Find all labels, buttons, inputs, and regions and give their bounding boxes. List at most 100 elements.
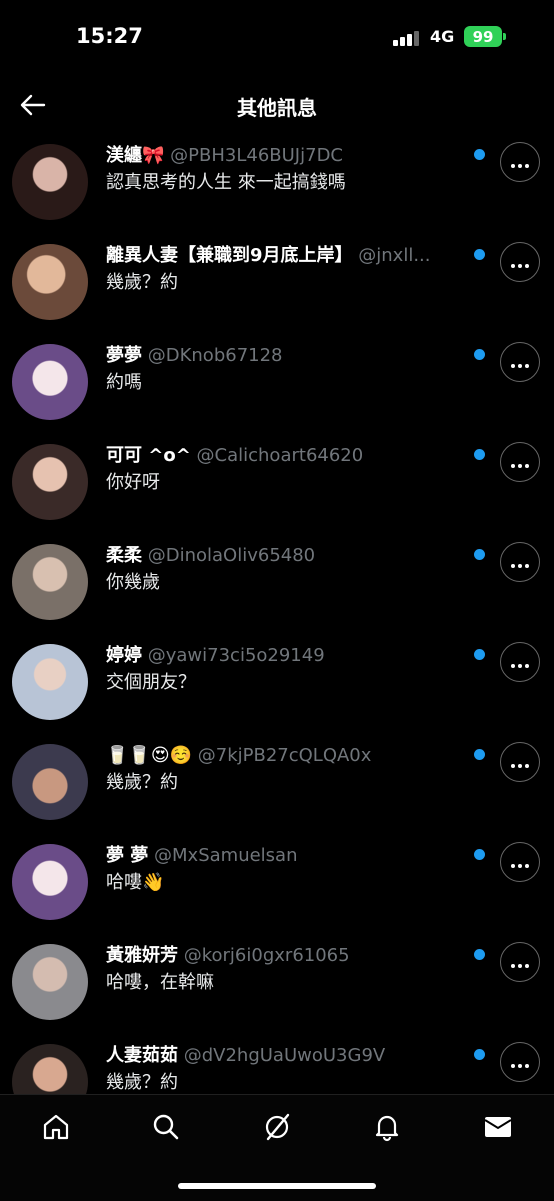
conversation-header: 🥛🥛😍☺️ @7kjPB27cQLQA0x xyxy=(106,744,462,768)
message-preview: 幾歲？約 xyxy=(106,1072,178,1093)
conversation-header: 柔柔 @DinolaOliv65480 xyxy=(106,544,462,568)
more-options-button[interactable] xyxy=(500,942,540,982)
more-options-button[interactable] xyxy=(500,342,540,382)
sender-handle: @DKnob67128 xyxy=(147,345,283,366)
battery-level: 99 xyxy=(472,27,494,46)
network-type: 4G xyxy=(430,27,455,46)
avatar[interactable] xyxy=(12,544,88,620)
sender-handle: @MxSamuelsan xyxy=(154,845,298,866)
more-icon xyxy=(510,253,531,272)
more-icon xyxy=(510,653,531,672)
message-preview: 哈嘍👋 xyxy=(106,872,165,893)
more-options-button[interactable] xyxy=(500,642,540,682)
grok-icon xyxy=(265,1113,290,1141)
conversation-header: 黃雅妍芳 @korj6i0gxr61065 xyxy=(106,944,462,968)
unread-dot xyxy=(474,249,485,260)
message-preview: 認真思考的人生 來一起搞錢嗎 xyxy=(106,172,346,193)
more-options-button[interactable] xyxy=(500,1042,540,1082)
sender-name: 🥛🥛😍☺️ xyxy=(106,745,193,766)
sender-handle: @korj6i0gxr61065 xyxy=(183,945,350,966)
avatar[interactable] xyxy=(12,444,88,520)
unread-dot xyxy=(474,849,485,860)
more-options-button[interactable] xyxy=(500,542,540,582)
sender-name: 夢夢 xyxy=(106,345,142,366)
conversation-header: 離異人妻【兼職到9月底上岸】 @jnxll... xyxy=(106,244,462,268)
tab-search[interactable] xyxy=(146,1107,186,1147)
more-options-button[interactable] xyxy=(500,442,540,482)
message-preview: 哈嘍，在幹嘛 xyxy=(106,972,214,993)
tab-messages[interactable] xyxy=(478,1107,518,1147)
page-header: 其他訊息 xyxy=(0,76,554,134)
more-icon xyxy=(510,853,531,872)
conversation-item[interactable]: 黃雅妍芳 @korj6i0gxr61065 哈嘍，在幹嘛 xyxy=(0,934,554,1034)
unread-dot xyxy=(474,649,485,660)
avatar[interactable] xyxy=(12,244,88,320)
avatar[interactable] xyxy=(12,744,88,820)
more-icon xyxy=(510,553,531,572)
sender-handle: @dV2hgUaUwoU3G9V xyxy=(183,1045,386,1066)
unread-dot xyxy=(474,449,485,460)
signal-icon xyxy=(393,30,423,46)
conversation-item[interactable]: 夢 夢 @MxSamuelsan 哈嘍👋 xyxy=(0,834,554,934)
tab-home[interactable] xyxy=(36,1107,76,1147)
sender-name: 柔柔 xyxy=(106,545,142,566)
unread-dot xyxy=(474,349,485,360)
search-icon xyxy=(153,1114,179,1140)
avatar[interactable] xyxy=(12,344,88,420)
message-preview: 幾歲？約 xyxy=(106,772,178,793)
conversation-header: 渼纏🎀 @PBH3L46BUJj7DC xyxy=(106,144,462,168)
conversation-item[interactable]: 渼纏🎀 @PBH3L46BUJj7DC 認真思考的人生 來一起搞錢嗎 xyxy=(0,134,554,234)
unread-dot xyxy=(474,549,485,560)
sender-name: 夢 夢 xyxy=(106,845,149,866)
sender-name: 可可 ^o^ xyxy=(106,445,191,466)
avatar[interactable] xyxy=(12,844,88,920)
conversation-item[interactable]: 柔柔 @DinolaOliv65480 你幾歲 xyxy=(0,534,554,634)
avatar[interactable] xyxy=(12,644,88,720)
avatar[interactable] xyxy=(12,944,88,1020)
unread-dot xyxy=(474,149,485,160)
tab-grok[interactable] xyxy=(257,1107,297,1147)
sender-handle: @DinolaOliv65480 xyxy=(147,545,316,566)
sender-name: 離異人妻【兼職到9月底上岸】 xyxy=(106,245,353,266)
sender-name: 人妻茹茹 xyxy=(106,1045,178,1066)
more-options-button[interactable] xyxy=(500,142,540,182)
sender-handle: @yawi73ci5o29149 xyxy=(147,645,325,666)
sender-name: 黃雅妍芳 xyxy=(106,945,178,966)
conversation-header: 可可 ^o^ @Calichoart64620 xyxy=(106,444,462,468)
conversation-list: 渼纏🎀 @PBH3L46BUJj7DC 認真思考的人生 來一起搞錢嗎 離異人妻【兼職… xyxy=(0,134,554,1094)
message-preview: 你好呀 xyxy=(106,472,160,493)
message-preview: 幾歲？約 xyxy=(106,272,178,293)
bottom-tab-bar xyxy=(0,1094,554,1201)
more-icon xyxy=(510,453,531,472)
more-icon xyxy=(510,153,531,172)
conversation-item[interactable]: 🥛🥛😍☺️ @7kjPB27cQLQA0x 幾歲？約 xyxy=(0,734,554,834)
more-options-button[interactable] xyxy=(500,742,540,782)
conversation-item[interactable]: 婷婷 @yawi73ci5o29149 交個朋友？ xyxy=(0,634,554,734)
home-indicator xyxy=(178,1183,376,1189)
mail-icon xyxy=(484,1117,512,1137)
conversation-header: 夢 夢 @MxSamuelsan xyxy=(106,844,462,868)
more-icon xyxy=(510,953,531,972)
tab-notifications[interactable] xyxy=(367,1107,407,1147)
sender-handle: @PBH3L46BUJj7DC xyxy=(170,145,343,166)
conversation-item[interactable]: 夢夢 @DKnob67128 約嗎 xyxy=(0,334,554,434)
more-icon xyxy=(510,753,531,772)
sender-name: 婷婷 xyxy=(106,645,142,666)
status-bar: 15:27 4G 99 xyxy=(0,0,554,76)
more-options-button[interactable] xyxy=(500,242,540,282)
avatar[interactable] xyxy=(12,1044,88,1094)
conversation-item[interactable]: 可可 ^o^ @Calichoart64620 你好呀 xyxy=(0,434,554,534)
sender-name: 渼纏🎀 xyxy=(106,145,165,166)
conversation-item[interactable]: 離異人妻【兼職到9月底上岸】 @jnxll... 幾歲？約 xyxy=(0,234,554,334)
more-options-button[interactable] xyxy=(500,842,540,882)
status-time: 15:27 xyxy=(76,24,143,48)
sender-handle: @7kjPB27cQLQA0x xyxy=(197,745,372,766)
conversation-header: 夢夢 @DKnob67128 xyxy=(106,344,462,368)
sender-handle: @Calichoart64620 xyxy=(196,445,364,466)
unread-dot xyxy=(474,949,485,960)
sender-handle: @jnxll... xyxy=(358,245,431,266)
message-preview: 約嗎 xyxy=(106,372,142,393)
home-icon xyxy=(43,1114,69,1140)
avatar[interactable] xyxy=(12,144,88,220)
conversation-item[interactable]: 人妻茹茹 @dV2hgUaUwoU3G9V 幾歲？約 xyxy=(0,1034,554,1094)
